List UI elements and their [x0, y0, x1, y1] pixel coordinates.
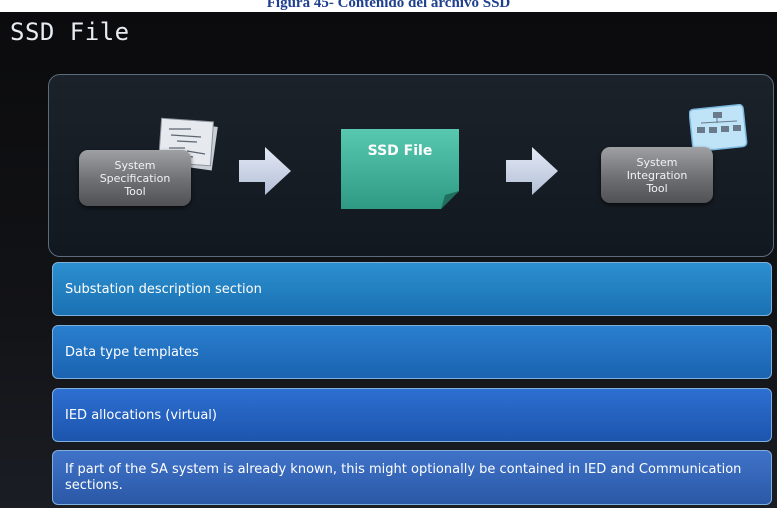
ssd-file-label: SSD File: [367, 143, 433, 159]
flow-arrow-right-icon: [239, 147, 291, 195]
slide-title: SSD File: [10, 18, 130, 46]
ssd-file-shape: [341, 129, 459, 209]
section-ied-allocations: IED allocations (virtual): [52, 388, 772, 442]
integration-screen-icon: [689, 103, 748, 153]
section-optional-ied-communication: If part of the SA system is already know…: [52, 450, 772, 505]
system-integration-tool: System Integration Tool: [601, 147, 713, 203]
section-data-type-templates: Data type templates: [52, 325, 772, 379]
system-specification-tool-label: System Specification Tool: [99, 158, 171, 198]
system-specification-tool: System Specification Tool: [79, 150, 191, 206]
section-substation-description: Substation description section: [52, 262, 772, 316]
system-integration-tool-label: System Integration Tool: [626, 155, 688, 195]
ssd-file-document: SSD File: [341, 129, 469, 209]
slide: SSD File System Specification Tool SSD F…: [0, 12, 777, 508]
flow-panel: System Specification Tool SSD File Syste…: [48, 74, 774, 257]
flow-arrow-right-icon: [506, 147, 558, 195]
